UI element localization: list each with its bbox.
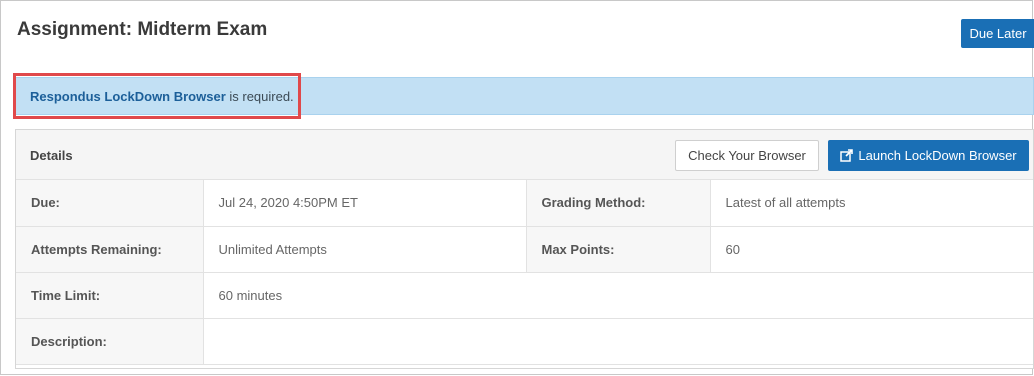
check-browser-button[interactable]: Check Your Browser [675, 140, 819, 171]
alert-suffix-text: is required. [225, 88, 294, 104]
lockdown-required-alert: Respondus LockDown Browser is required. [15, 77, 1034, 115]
time-limit-value: 60 minutes [202, 271, 1033, 319]
description-label: Description: [16, 317, 204, 365]
respondus-lockdown-link[interactable]: Respondus LockDown Browser [30, 89, 226, 104]
launch-lockdown-label: Launch LockDown Browser [858, 148, 1017, 163]
external-link-icon [840, 149, 854, 162]
assignment-header: Assignment: Midterm Exam Due Later [1, 1, 1034, 63]
due-later-button[interactable]: Due Later [961, 19, 1034, 48]
assignment-window: Assignment: Midterm Exam Due Later Respo… [0, 0, 1034, 375]
table-row: Attempts Remaining: Unlimited Attempts M… [16, 225, 1033, 273]
page-title: Assignment: Midterm Exam [17, 19, 268, 40]
due-label: Due: [16, 180, 204, 227]
table-row: Due: Jul 24, 2020 4:50PM ET Grading Meth… [16, 180, 1033, 227]
attempts-remaining-label: Attempts Remaining: [16, 225, 204, 273]
time-limit-label: Time Limit: [16, 271, 204, 319]
grading-method-value: Latest of all attempts [709, 180, 1033, 227]
details-panel: Details Check Your Browser Launch LockDo… [15, 129, 1034, 369]
grading-method-label: Grading Method: [525, 180, 711, 227]
details-panel-header: Details Check Your Browser Launch LockDo… [16, 130, 1033, 180]
table-row: Description: [16, 317, 1033, 365]
due-value: Jul 24, 2020 4:50PM ET [202, 180, 527, 227]
max-points-value: 60 [709, 225, 1033, 273]
description-value [202, 317, 1033, 365]
details-title: Details [30, 148, 73, 163]
details-table: Due: Jul 24, 2020 4:50PM ET Grading Meth… [16, 180, 1033, 365]
table-row: Time Limit: 60 minutes [16, 271, 1033, 319]
attempts-remaining-value: Unlimited Attempts [202, 225, 527, 273]
max-points-label: Max Points: [525, 225, 711, 273]
launch-lockdown-button[interactable]: Launch LockDown Browser [828, 140, 1029, 171]
